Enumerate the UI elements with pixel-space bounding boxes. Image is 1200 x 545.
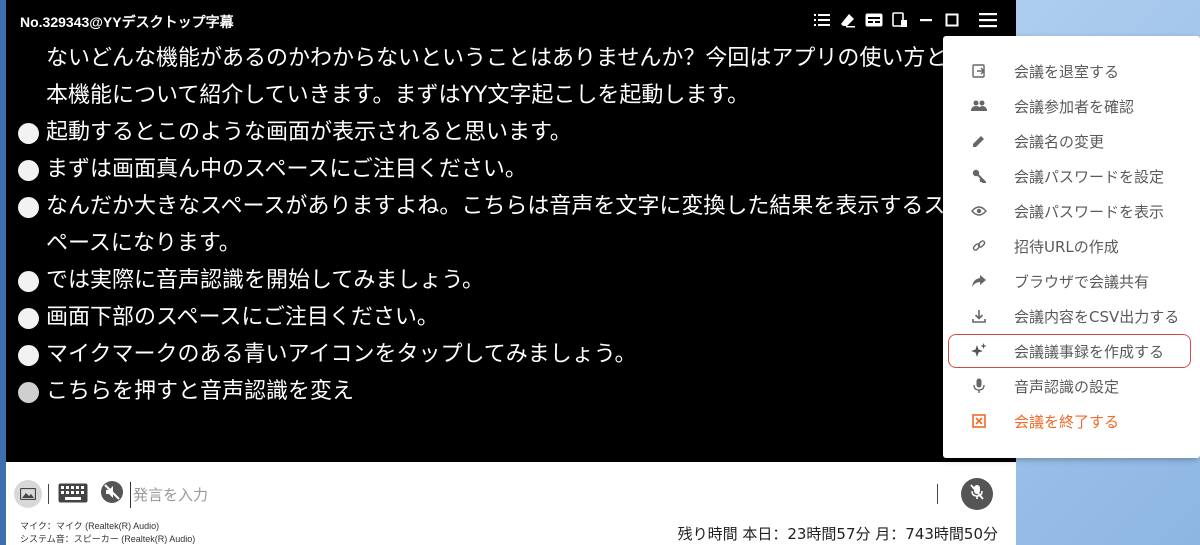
menu-item-invite-url[interactable]: 招待URLの作成 [943,229,1200,263]
exit-icon [971,63,987,79]
menu-item-show-password[interactable]: 会議パスワードを表示 [943,194,1200,228]
bullet-dot [18,345,39,366]
image-upload-button[interactable] [14,480,42,508]
download-icon [971,308,987,324]
transcript-area: ないどんな機能があるのかわからないということはありませんか？今回はアプリの使い方… [18,40,1008,460]
eraser-icon[interactable] [836,8,860,32]
title-bar: No.329343@YYデスクトップ字幕 [6,0,1016,40]
bullet-dot [18,271,39,292]
link-icon [971,238,987,254]
menu-item-participants[interactable]: 会議参加者を確認 [943,89,1200,123]
subtitle-icon[interactable] [862,8,886,32]
volume-mute-button[interactable] [98,480,126,508]
hamburger-menu-icon[interactable] [974,8,1002,32]
options-menu: 会議を退室する 会議参加者を確認 会議名の変更 会議パスワードを設定 会議パスワ… [943,36,1200,458]
menu-item-leave-meeting[interactable]: 会議を退室する [943,54,1200,88]
audio-device-info: マイク：マイク (Realtek(R) Audio) システム音：スピーカー (… [20,520,195,545]
app-window: No.329343@YYデスクトップ字幕 ないどんな機能があるのかわからないとい… [6,0,1016,545]
microphone-off-icon [968,483,986,505]
menu-item-browser-share[interactable]: ブラウザで会議共有 [943,264,1200,298]
mic-toggle-button[interactable] [961,478,993,510]
transcript-line: なんだか大きなスペースがありますよね。こちらは音声を文字に変換した結果を表示する… [18,188,1008,225]
remaining-time: 残り時間 本日：23時間57分 月：743時間50分 [677,525,998,543]
toolbar [808,0,1016,40]
menu-item-set-password[interactable]: 会議パスワードを設定 [943,159,1200,193]
window-title: No.329343@YYデスクトップ字幕 [20,14,234,30]
bullet-dot [18,160,39,181]
divider [937,484,938,504]
transcript-line: 本機能について紹介していきます。まずはYY文字起こしを起動します。 [46,83,750,108]
transcript-line: まずは画面真ん中のスペースにご注目ください。 [18,151,1008,188]
image-icon [19,485,37,504]
bullet-dot [18,197,39,218]
people-icon [971,98,987,114]
menu-item-end-meeting[interactable]: 会議を終了する [943,404,1200,438]
pencil-icon [971,133,987,149]
microphone-icon [971,378,987,394]
close-box-icon [971,413,987,429]
menu-item-create-minutes[interactable]: 会議議事録を作成する [948,334,1191,368]
eye-icon [971,203,987,219]
transcript-line: 画面下部のスペースにご注目ください。 [18,299,1008,336]
speaker-muted-icon [100,480,124,508]
input-row [6,478,1016,510]
maximize-icon[interactable] [940,8,964,32]
keyboard-icon[interactable] [58,483,88,503]
menu-item-speech-settings[interactable]: 音声認識の設定 [943,369,1200,403]
system-audio-label: システム音：スピーカー (Realtek(R) Audio) [20,534,196,544]
menu-item-rename[interactable]: 会議名の変更 [943,124,1200,158]
bullet-dot [18,123,39,144]
transcript-line: ペースになります。 [46,231,241,256]
menu-item-export-csv[interactable]: 会議内容をCSV出力する [943,299,1200,333]
sparkle-icon [971,343,987,359]
pip-icon[interactable] [888,8,912,32]
share-arrow-icon [971,273,987,289]
bullet-dot [18,308,39,329]
transcript-line: マイクマークのある青いアイコンをタップしてみましょう。 [18,336,1008,373]
mic-device-label: マイク：マイク (Realtek(R) Audio) [20,521,160,531]
input-panel: マイク：マイク (Realtek(R) Audio) システム音：スピーカー (… [6,462,1016,545]
divider [48,484,49,504]
transcript-line: 起動するとこのような画面が表示されると思います。 [18,114,1008,151]
key-icon [971,168,987,184]
transcript-line: こちらを押すと音声認識を変え [18,373,1008,410]
transcript-line: ないどんな機能があるのかわからないということはありませんか？今回はアプリの使い方… [46,46,948,71]
transcript-line: では実際に音声認識を開始してみましょう。 [18,262,1008,299]
minimize-icon[interactable] [914,8,938,32]
message-input[interactable] [130,482,925,508]
bullet-dot [18,382,39,403]
list-icon[interactable] [810,8,834,32]
